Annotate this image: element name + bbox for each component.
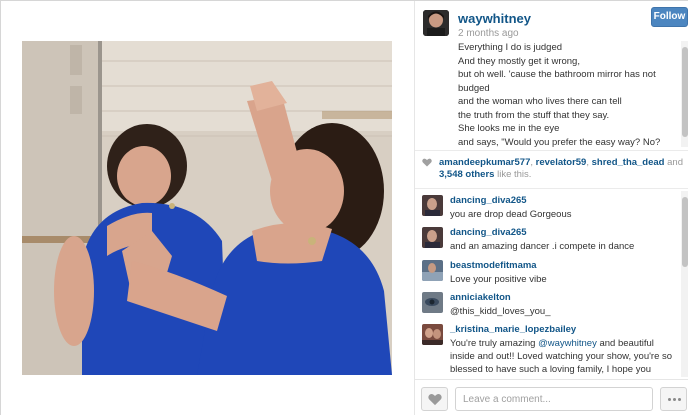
caption-line: Everything I do is judged (458, 42, 563, 53)
comment-item: dancing_diva265 and an amazing dancer .i… (415, 227, 677, 255)
comment-text: and an amazing dancer .i compete in danc… (450, 241, 635, 252)
comment-username[interactable]: _kristina_marie_lopezbailey (450, 324, 576, 335)
like-button[interactable] (421, 387, 448, 411)
post-modal: waywhitney 2 months ago Follow Everythin… (0, 0, 688, 415)
caption-line: the truth from the stuff that they say. (458, 109, 610, 121)
comment-item: dancing_diva265 you are drop dead Gorgeo… (415, 195, 677, 223)
caption-line: but oh well. 'cause the bathroom mirror … (458, 69, 656, 80)
likes-text: amandeepkumar577, revelator59, shred_tha… (439, 157, 684, 181)
comment-username[interactable]: beastmodefitmama (450, 260, 537, 271)
likes-others-count[interactable]: 3,548 others (439, 169, 494, 180)
more-options-icon (668, 398, 671, 401)
comment-avatar[interactable] (422, 324, 443, 345)
more-options-icon (673, 398, 676, 401)
avatar[interactable] (423, 10, 449, 36)
comments-scrollbar-thumb[interactable] (682, 197, 688, 267)
comments-list: dancing_diva265 you are drop dead Gorgeo… (415, 189, 688, 377)
comment-item: beastmodefitmama Love your positive vibe (415, 260, 677, 288)
liker-username[interactable]: amandeepkumar577 (439, 157, 530, 168)
heart-icon (428, 394, 442, 406)
comment-input[interactable] (455, 387, 653, 411)
comment-username[interactable]: anniciakelton (450, 292, 511, 303)
caption-line: and the woman who lives there can tell (458, 96, 622, 107)
comment-avatar[interactable] (422, 292, 443, 313)
more-options-button[interactable] (660, 387, 687, 411)
comment-text: Love your positive vibe (450, 274, 547, 285)
comment-text: You're truly amazing @waywhitney and bea… (450, 337, 675, 377)
liker-username[interactable]: revelator59 (536, 157, 587, 168)
comment-username[interactable]: dancing_diva265 (450, 227, 527, 238)
post-photo[interactable] (22, 41, 392, 375)
comment-text: you are drop dead Gorgeous (450, 209, 572, 220)
comment-text-part: You're truly amazing (450, 338, 539, 349)
post-details: waywhitney 2 months ago Follow Everythin… (414, 1, 688, 415)
comment-text[interactable]: @this_kidd_loves_you_ (450, 305, 675, 318)
avatar-image (423, 10, 449, 36)
post-footer (415, 379, 688, 415)
comment-username[interactable]: dancing_diva265 (450, 195, 527, 206)
follow-button[interactable]: Follow (651, 7, 688, 27)
caption-scrollbar-thumb[interactable] (682, 47, 688, 137)
likes-summary: amandeepkumar577, revelator59, shred_tha… (415, 151, 688, 187)
comment-item: anniciakelton @this_kidd_loves_you_ (415, 292, 677, 320)
comment-avatar[interactable] (422, 227, 443, 248)
caption-line: budged (458, 82, 490, 94)
photo-illustration (22, 41, 392, 375)
heart-icon (422, 158, 432, 167)
post-timestamp: 2 months ago (458, 28, 519, 39)
comment-avatar[interactable] (422, 260, 443, 281)
comment-mention[interactable]: @waywhitney (538, 338, 597, 349)
comment-item: _kristina_marie_lopezbailey You're truly… (415, 324, 677, 377)
caption-line: and says, "Would you prefer the easy way… (458, 136, 661, 148)
media-pane (1, 1, 414, 415)
liker-username[interactable]: shred_tha_dead (592, 157, 665, 168)
post-username[interactable]: waywhitney (458, 11, 531, 26)
likes-suffix: like this. (494, 169, 532, 180)
more-options-icon (678, 398, 681, 401)
comment-avatar[interactable] (422, 195, 443, 216)
caption-line: And they mostly get it wrong, (458, 55, 580, 67)
post-header: waywhitney 2 months ago Follow Everythin… (415, 1, 688, 151)
caption-line: She looks me in the eye (458, 123, 560, 134)
likes-and: and (664, 157, 683, 168)
post-caption: Everything I do is judged And they mostl… (458, 41, 678, 147)
